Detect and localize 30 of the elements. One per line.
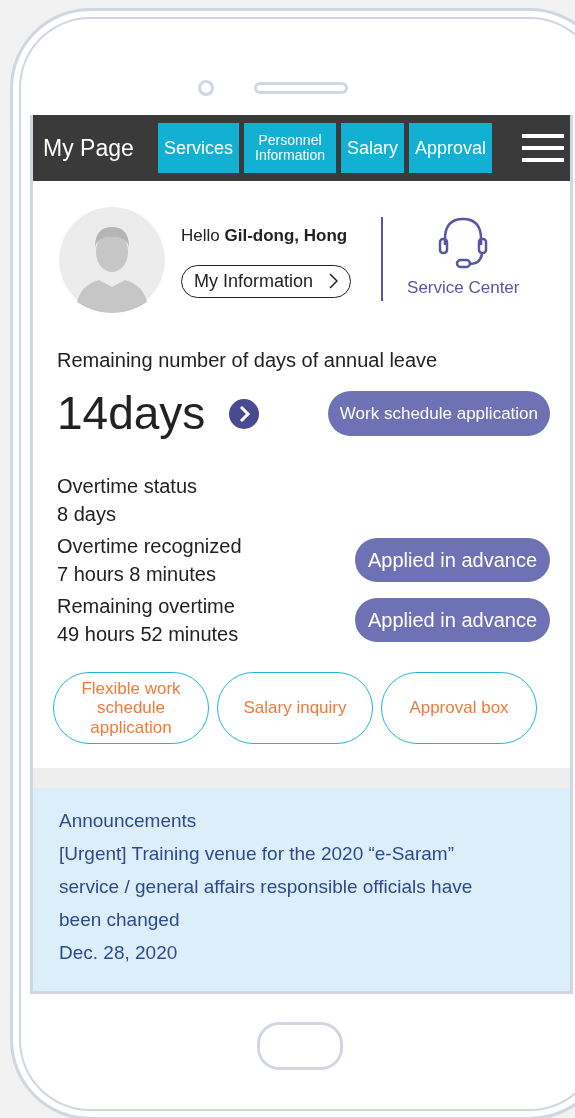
overtime-value: 8 days [57,502,117,527]
page-title: My Page [43,133,135,163]
nav-tab[interactable]: Salary [341,123,405,173]
my-information-button[interactable]: My Information [181,264,352,298]
leave-days: 14days [57,379,206,448]
nav-tab[interactable]: Services [158,123,240,173]
chevron-circle-icon[interactable] [229,398,260,429]
leave-label: Remaining number of days of annual leave [57,348,439,373]
nav-tab[interactable]: Personnel Information [244,123,337,173]
camera-icon [198,79,214,96]
overtime-label: Remaining overtime [57,594,236,619]
nav-tab[interactable]: Approval [409,123,493,173]
quick-action-button[interactable]: Approval box [381,672,537,744]
work-schedule-button[interactable]: Work schedule application [327,390,550,437]
announcements-title[interactable]: Announcements [59,804,550,837]
announcement-text[interactable]: [Urgent] Training venue for the 2020 “e-Saram” service / general affairs responsible officials have been changed [59,837,504,936]
overtime-label: Overtime status [57,474,198,499]
greeting-text: Hello Gil-dong, Hong [181,225,348,247]
speaker-icon [254,81,348,94]
applied-in-advance-button[interactable]: Applied in advance [355,598,550,642]
overtime-value: 7 hours 8 minutes [57,562,217,587]
quick-action-button[interactable]: Flexible work schedule application [53,672,209,744]
overtime-label: Overtime recognized [57,534,242,559]
overtime-value: 49 hours 52 minutes [57,622,239,647]
menu-icon[interactable] [522,133,564,163]
announcement-date: Dec. 28, 2020 [59,941,179,965]
service-center-link[interactable]: Service Center [407,275,520,301]
applied-in-advance-button[interactable]: Applied in advance [355,538,550,582]
quick-action-button[interactable]: Salary inquiry [217,672,373,744]
chevron-icon [329,273,339,289]
